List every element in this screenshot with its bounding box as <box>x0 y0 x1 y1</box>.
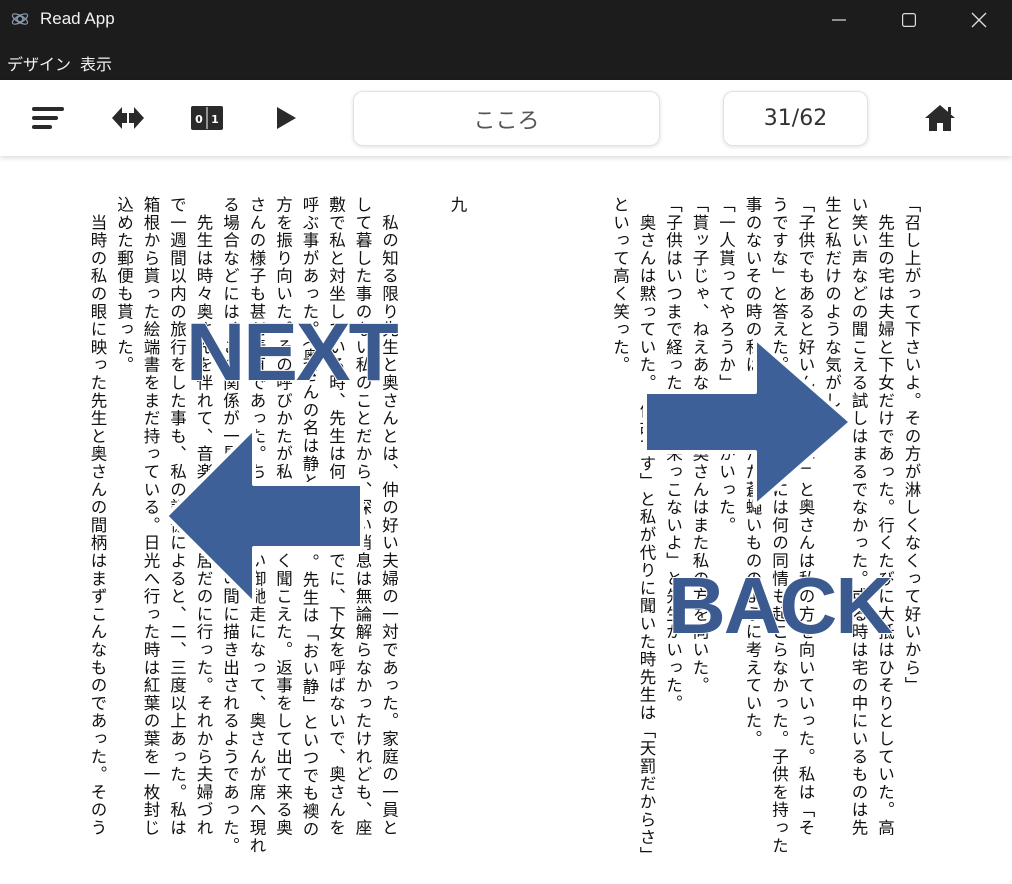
next-arrow-icon[interactable] <box>162 426 367 616</box>
text-column: 私の知る限り先生と奥さんとは、仲の好い夫婦の一対であった。家庭の一員と <box>379 196 399 837</box>
page-indicator[interactable]: 31/62 <box>723 91 868 146</box>
menu-design[interactable]: デザイン <box>7 51 71 75</box>
minimize-icon <box>832 19 846 21</box>
swap-direction-button[interactable] <box>106 96 150 140</box>
text-column: といって高く笑った。 <box>610 196 630 374</box>
text-column: 「一人貰ってやろうか」と先生がいった。 <box>716 196 736 535</box>
maximize-button[interactable] <box>886 0 932 40</box>
text-column: 箱根から貰った絵端書をまだ持っている。日光へ行った時は紅葉の葉を一枚封じ <box>141 196 160 837</box>
toolbar: 0 1 こころ 31/62 <box>0 80 1012 156</box>
text-column: 生と私だけのような気がした。 <box>822 196 842 446</box>
menu-icon <box>32 107 64 129</box>
book-title-box[interactable]: こころ <box>353 91 660 146</box>
text-column: 事のないその時の私は、子供をただ蒼蠅いもののように考えていた。 <box>743 196 762 748</box>
page-right: 「召し上がって下さいよ。その方が淋しくなくって好いから」 先生の宅は夫婦と下女だ… <box>594 196 924 865</box>
back-label[interactable]: BACK <box>667 560 894 652</box>
svg-text:1: 1 <box>211 113 219 126</box>
app-logo-icon <box>11 13 29 25</box>
title-bar: Read App <box>0 0 1012 40</box>
home-icon <box>925 105 955 131</box>
menu-bar: デザイン 表示 <box>0 40 1012 80</box>
page-icon: 0 1 <box>191 106 223 130</box>
close-button[interactable] <box>956 0 1002 40</box>
text-column: 当時の私の眼に映った先生と奥さんの間柄はまずこんなものであった。そのう <box>88 196 107 837</box>
menu-view[interactable]: 表示 <box>80 51 112 75</box>
minimize-button[interactable] <box>816 0 862 40</box>
menu-button[interactable] <box>26 96 70 140</box>
close-icon <box>971 12 987 28</box>
text-column: い笑い声などの聞こえる試しはまるでなかった。或る時は宅の中にいるものは先 <box>849 196 868 837</box>
text-column: 「子供はいつまで経ったって出来っこないよ」と先生がいった。 <box>663 196 683 713</box>
chapter-heading: 九 <box>448 196 467 214</box>
text-column: 込めた郵便も貰った。 <box>114 196 134 374</box>
svg-text:0: 0 <box>195 113 203 126</box>
text-column: うですな」と答えた。しかし私の心には何の同情も起こらなかった。子供を持った <box>769 196 789 855</box>
play-button[interactable] <box>264 96 308 140</box>
window-title: Read App <box>40 9 115 28</box>
play-icon <box>277 107 296 129</box>
page-layout-button[interactable]: 0 1 <box>185 96 229 140</box>
maximize-icon <box>902 13 916 27</box>
text-column: 「召し上がって下さいよ。その方が淋しくなくって好いから」 <box>902 196 921 695</box>
swap-icon <box>112 107 144 129</box>
text-column: 「子供でもあると好いんですがね」と奥さんは私の方を向いていった。私は「そ <box>796 196 815 837</box>
text-column: 奥さんは黙っていた。「何故です」と私が代りに聞いた時先生は「天罰だからさ」 <box>637 196 656 865</box>
home-button[interactable] <box>918 96 962 140</box>
back-arrow-icon[interactable] <box>643 336 855 516</box>
reading-area[interactable]: 「召し上がって下さいよ。その方が淋しくなくって好いから」 先生の宅は夫婦と下女だ… <box>0 156 1012 884</box>
text-column: 「貰ッ子じゃ、ねえあなた」と奥さんはまた私の方を向いた。 <box>686 196 713 846</box>
text-column: 先生の宅は夫婦と下女だけであった。行くたびに大抵はひそりとしていた。高 <box>875 196 895 837</box>
next-label[interactable]: NEXT <box>185 306 400 400</box>
